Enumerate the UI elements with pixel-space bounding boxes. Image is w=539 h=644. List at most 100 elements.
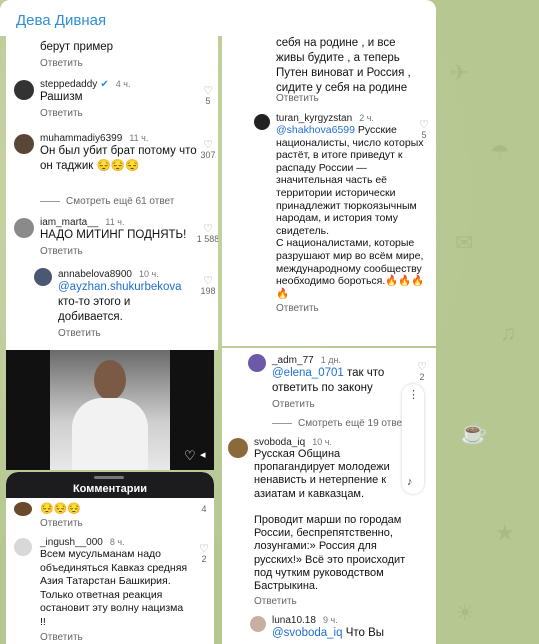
like-count: 2: [201, 554, 207, 564]
volume-icon[interactable]: ◂: [200, 448, 206, 461]
reply-link[interactable]: Ответить: [276, 303, 426, 314]
username[interactable]: muhammadiy6399: [40, 133, 122, 144]
avatar[interactable]: [228, 438, 248, 458]
comment-fragment-text: берут пример: [40, 41, 114, 53]
comment: annabelova8900 10 ч. @ayzhan.shukurbekov…: [58, 268, 198, 339]
reply-link[interactable]: Ответить: [40, 108, 190, 119]
username[interactable]: annabelova8900: [58, 269, 132, 280]
timestamp: 9 ч.: [323, 615, 338, 625]
comment-text: 😔😔😔: [40, 503, 82, 515]
timestamp: 11 ч.: [105, 217, 125, 227]
comment-text: Что Вы: [345, 627, 385, 639]
like-count: 307: [200, 150, 216, 160]
drag-handle[interactable]: [94, 476, 124, 479]
like-count: 4: [201, 504, 207, 514]
like-button[interactable]: ♡ 1 588: [194, 224, 218, 245]
like-button[interactable]: ♡ 2: [410, 362, 434, 383]
username[interactable]: turan_kyrgyzstan: [276, 113, 352, 124]
more-icon[interactable]: ⋮: [408, 388, 419, 401]
like-button[interactable]: ♡ 2: [192, 543, 214, 565]
username[interactable]: luna10.18: [272, 615, 316, 626]
comment: svoboda_iq 10 ч. Русская Община пропаган…: [254, 436, 406, 607]
mention-link[interactable]: @shakhova6599: [276, 124, 355, 136]
comment-text: кто-то этого и добивается.: [58, 296, 131, 323]
reply-link[interactable]: Ответить: [58, 328, 198, 339]
video-frame: [50, 350, 170, 470]
avatar[interactable]: [14, 502, 32, 516]
avatar[interactable]: [14, 538, 32, 556]
like-count: 1 588: [196, 234, 218, 244]
sheet-title: Комментарии: [72, 483, 148, 495]
username[interactable]: _ingush__000: [40, 537, 103, 548]
avatar[interactable]: [14, 80, 34, 100]
comment: turan_kyrgyzstan 2 ч. @shakhova6599 Русс…: [276, 112, 426, 314]
avatar[interactable]: [250, 616, 266, 632]
username[interactable]: _adm_77: [272, 355, 314, 366]
avatar[interactable]: [14, 134, 34, 154]
username[interactable]: iam_marta__: [40, 217, 98, 228]
chat-title[interactable]: Дева Дивная: [16, 12, 106, 29]
doodle-icon: ✉: [455, 230, 474, 255]
comment: muhammadiy6399 11 ч. Он был убит брат по…: [40, 132, 200, 174]
heart-icon: ♡: [203, 275, 213, 287]
comment-text: Рашизм: [40, 91, 83, 103]
heart-icon: ♡: [199, 543, 209, 555]
heart-icon[interactable]: ♡: [184, 448, 196, 464]
view-more-replies[interactable]: Смотреть ещё 19 ответов: [272, 418, 417, 429]
reply-link[interactable]: Ответить: [40, 246, 190, 257]
like-button[interactable]: ♡ 5: [196, 85, 218, 107]
media-controls: ⋮ ♪: [402, 384, 424, 494]
like-count: 5: [205, 96, 211, 106]
comment-text: Всем мусульманам надо объединяться Кавка…: [40, 548, 188, 628]
comment: _adm_77 1 дн. @elena_0701 так что ответи…: [272, 354, 412, 410]
username[interactable]: steppedaddy: [40, 79, 97, 90]
like-button[interactable]: ♡ 307: [196, 139, 218, 161]
screenshot-comments-left: берут пример Ответить steppedaddy ✔ 4 ч.…: [6, 36, 218, 350]
like-button[interactable]: ♡ 198: [196, 275, 218, 297]
avatar[interactable]: [34, 268, 52, 286]
like-count: 198: [200, 286, 216, 296]
timestamp: 10 ч.: [139, 269, 159, 279]
heart-icon: ♡: [203, 139, 213, 151]
avatar[interactable]: [14, 218, 34, 238]
reply-link[interactable]: Ответить: [40, 518, 83, 529]
comment-text: Русская Община пропагандирует молодежи н…: [254, 448, 406, 593]
comment-text: Он был убит брат потому что он таджик 😔😔…: [40, 145, 197, 172]
timestamp: 2 ч.: [359, 113, 374, 123]
comment-text: Русские националисты, число которых раст…: [276, 124, 425, 300]
like-button[interactable]: ♡ 5: [412, 119, 436, 141]
comment: luna10.18 9 ч. @svoboda_iq Что Вы: [272, 614, 422, 641]
reply-link[interactable]: Ответить: [40, 632, 190, 643]
reply-link[interactable]: Ответить: [254, 596, 406, 607]
timestamp: 11 ч.: [129, 133, 149, 143]
comments-sheet: Комментарии 😔😔😔 Ответить 4 _ingush__000 …: [6, 472, 214, 644]
chat-header: Дева Дивная: [0, 0, 436, 36]
mention-link[interactable]: @ayzhan.shukurbekova: [58, 281, 182, 293]
mention-link[interactable]: @svoboda_iq: [272, 627, 343, 639]
username[interactable]: svoboda_iq: [254, 437, 305, 448]
doodle-icon: ☂: [490, 140, 510, 165]
avatar[interactable]: [248, 354, 266, 372]
doodle-icon: ★: [495, 520, 515, 545]
reply-link[interactable]: Ответить: [272, 399, 412, 410]
reply-link[interactable]: Ответить: [276, 93, 319, 104]
reply-link[interactable]: Ответить: [40, 58, 83, 69]
doodle-icon: ☀: [455, 600, 475, 625]
audio-icon[interactable]: ♪: [407, 476, 413, 488]
timestamp: 1 дн.: [320, 355, 341, 365]
avatar[interactable]: [254, 114, 270, 130]
view-more-replies[interactable]: Смотреть ещё 61 ответ: [40, 196, 174, 207]
mention-link[interactable]: @elena_0701: [272, 367, 344, 379]
comment: iam_marta__ 11 ч. НАДО МИТИНГ ПОДНЯТЬ! О…: [40, 216, 190, 257]
timestamp: 8 ч.: [109, 537, 125, 547]
heart-icon: ♡: [203, 85, 213, 97]
verified-icon: ✔: [100, 79, 109, 90]
video-thumbnail[interactable]: ♡ ◂: [6, 350, 214, 470]
doodle-icon: ✈: [450, 60, 469, 85]
doodle-icon: ☕: [460, 420, 488, 445]
heart-icon: ♡: [419, 119, 429, 131]
doodle-icon: ♫: [500, 320, 517, 345]
comment-text: НАДО МИТИНГ ПОДНЯТЬ!: [40, 229, 187, 241]
screenshot-comments-right: себя на родине , и все живы будите , а т…: [222, 36, 436, 346]
like-count: 5: [421, 130, 427, 140]
